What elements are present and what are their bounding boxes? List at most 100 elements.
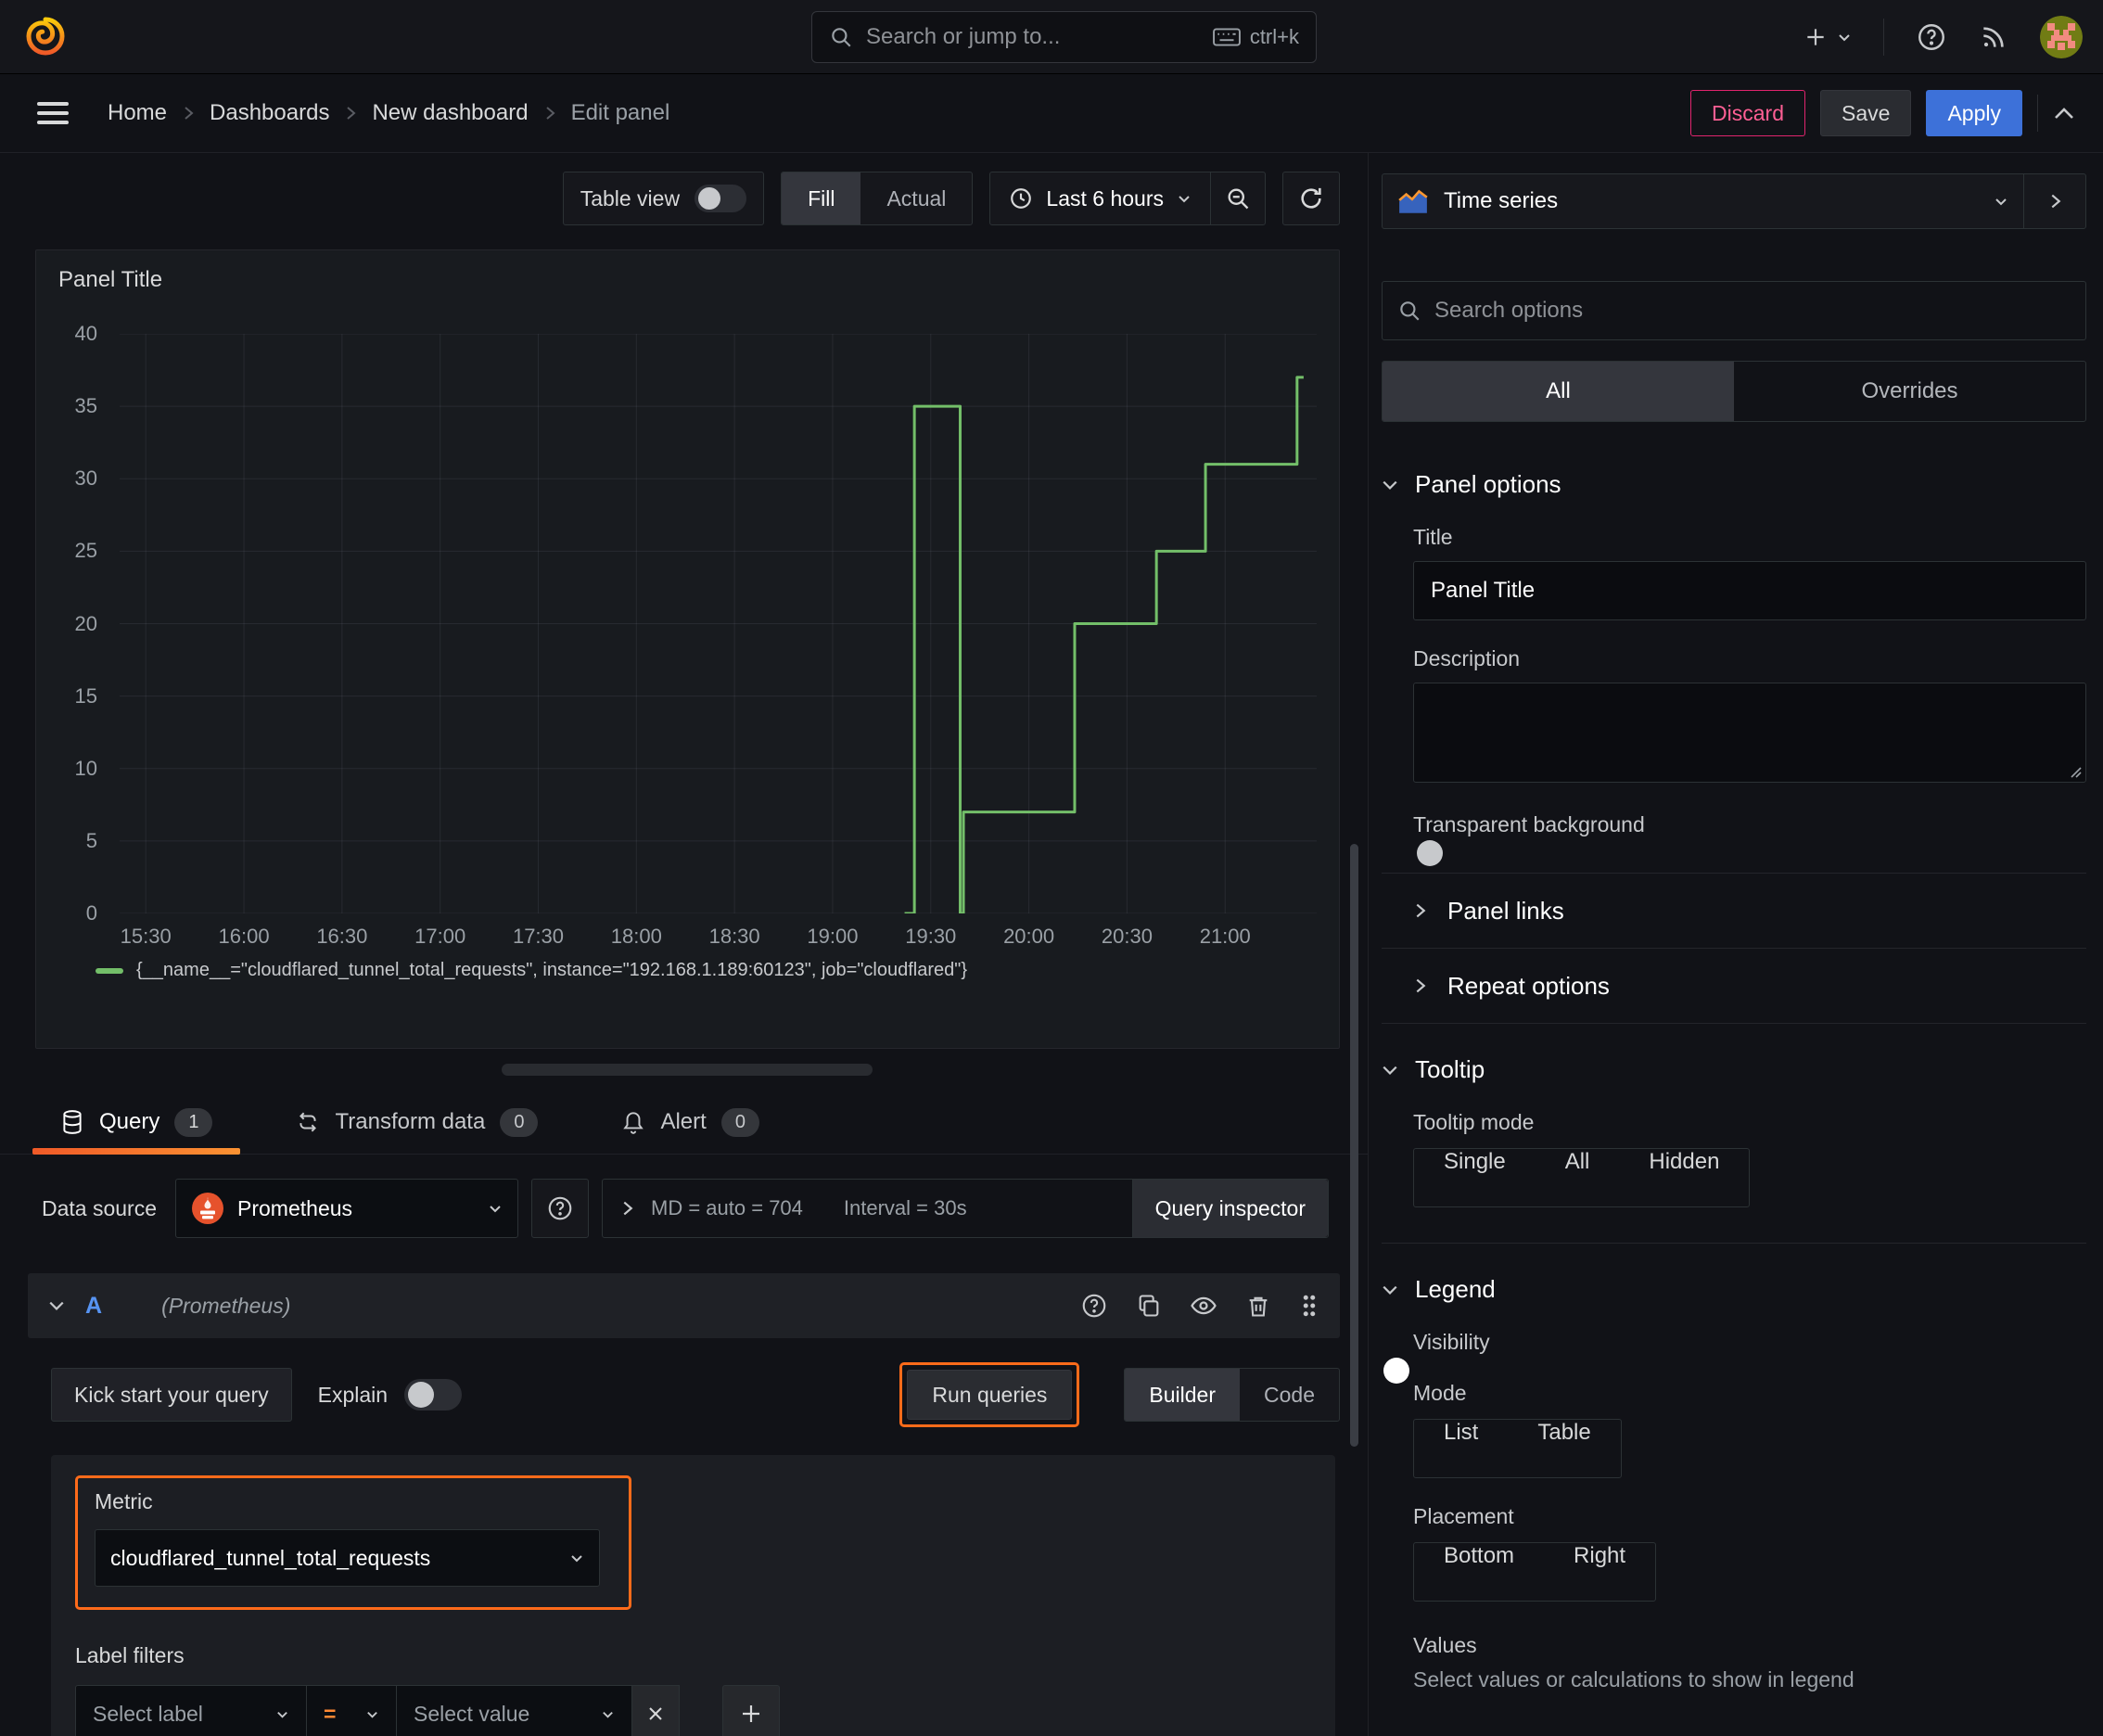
menu-icon[interactable]: [37, 101, 69, 125]
query-inspector-button[interactable]: Query inspector: [1131, 1180, 1328, 1237]
editor-tabs: Query 1 Transform data 0 Alert 0: [0, 1091, 1368, 1155]
zoom-out-button[interactable]: [1211, 172, 1265, 224]
placement-bottom-option[interactable]: Bottom: [1414, 1543, 1544, 1601]
panel-title: Panel Title: [58, 267, 163, 292]
query-row-header[interactable]: A (Prometheus): [28, 1273, 1340, 1338]
tab-query[interactable]: Query 1: [32, 1091, 241, 1155]
select-value-dropdown[interactable]: Select value: [396, 1685, 632, 1736]
tooltip-hidden-option[interactable]: Hidden: [1619, 1149, 1749, 1206]
query-options-group: MD = auto = 704 Interval = 30s Query ins…: [602, 1179, 1329, 1238]
fill-option[interactable]: Fill: [782, 172, 861, 224]
chevron-right-icon: [1416, 903, 1426, 918]
new-dropdown-button[interactable]: [1803, 25, 1852, 49]
query-ref-id: A: [85, 1292, 103, 1319]
options-search[interactable]: [1382, 281, 2086, 340]
tab-all-options[interactable]: All: [1383, 362, 1734, 421]
resize-grip-icon[interactable]: [2068, 764, 2083, 779]
panel-options-title: Panel options: [1415, 470, 1561, 498]
max-data-points-stat: MD = auto = 704: [651, 1196, 803, 1219]
panel-title-input[interactable]: [1413, 561, 2086, 620]
discard-button[interactable]: Discard: [1690, 90, 1806, 136]
tooltip-header[interactable]: Tooltip: [1382, 1055, 2086, 1084]
y-tick-label: 30: [74, 466, 97, 491]
x-tick-label: 15:30: [120, 925, 172, 948]
operator-value: =: [324, 1701, 337, 1726]
query-help-icon[interactable]: [1080, 1292, 1108, 1320]
remove-filter-button[interactable]: [631, 1685, 680, 1736]
query-builder-body: Metric cloudflared_tunnel_total_requests…: [51, 1455, 1335, 1736]
user-avatar[interactable]: [2040, 16, 2083, 58]
select-label-dropdown[interactable]: Select label: [75, 1685, 307, 1736]
table-view-toggle[interactable]: [695, 185, 747, 212]
keyboard-icon: [1212, 27, 1241, 47]
news-icon[interactable]: [1979, 22, 2008, 52]
legend-item[interactable]: {__name__="cloudflared_tunnel_total_requ…: [96, 960, 1317, 981]
panel-options-header[interactable]: Panel options: [1382, 470, 2086, 499]
toggle-viz-picker-button[interactable]: [2024, 174, 2085, 228]
collapse-header-icon[interactable]: [2053, 106, 2075, 121]
transform-count-badge: 0: [500, 1107, 539, 1137]
options-search-input[interactable]: [1434, 298, 2071, 324]
tooltip-single-option[interactable]: Single: [1414, 1149, 1536, 1206]
tooltip-all-option[interactable]: All: [1536, 1149, 1620, 1206]
tab-query-label: Query: [99, 1109, 160, 1134]
metric-label: Metric: [95, 1489, 153, 1513]
x-tick-label: 18:30: [708, 925, 760, 948]
time-range-button[interactable]: Last 6 hours: [990, 172, 1210, 224]
breadcrumb-dashboards[interactable]: Dashboards: [210, 100, 329, 126]
chart-plot-area[interactable]: 0 5 10 15 20 25 30 35 40: [75, 322, 1317, 925]
apply-button[interactable]: Apply: [1926, 90, 2022, 136]
tab-overrides[interactable]: Overrides: [1734, 362, 2085, 421]
datasource-help-button[interactable]: [531, 1179, 590, 1238]
placement-right-option[interactable]: Right: [1544, 1543, 1655, 1601]
repeat-options-section[interactable]: Repeat options: [1382, 949, 2086, 1023]
panel-links-section[interactable]: Panel links: [1382, 874, 2086, 948]
search-icon: [1397, 299, 1421, 323]
legend-header[interactable]: Legend: [1382, 1275, 2086, 1304]
tab-alert[interactable]: Alert 0: [593, 1091, 786, 1154]
actual-option[interactable]: Actual: [860, 172, 972, 224]
operator-dropdown[interactable]: =: [306, 1685, 397, 1736]
legend-list-option[interactable]: List: [1414, 1420, 1508, 1477]
search-icon: [829, 25, 853, 49]
main-scrollbar[interactable]: [1350, 844, 1358, 1447]
grafana-logo-icon[interactable]: [24, 15, 67, 57]
add-filter-button[interactable]: [722, 1685, 780, 1736]
legend-table-option[interactable]: Table: [1508, 1420, 1620, 1477]
code-option[interactable]: Code: [1240, 1369, 1339, 1421]
hide-query-icon[interactable]: [1190, 1292, 1217, 1320]
run-queries-button[interactable]: Run queries: [907, 1370, 1073, 1420]
chevron-down-icon: [1995, 198, 2007, 206]
breadcrumb-bar: Home Dashboards New dashboard Edit panel…: [0, 74, 2103, 153]
metric-value: cloudflared_tunnel_total_requests: [110, 1545, 431, 1570]
pane-resize-handle[interactable]: [502, 1064, 873, 1076]
global-search[interactable]: ctrl+k: [811, 11, 1317, 63]
expand-options-icon[interactable]: [603, 1199, 651, 1218]
kick-start-button[interactable]: Kick start your query: [51, 1368, 292, 1422]
explain-toggle[interactable]: [404, 1379, 463, 1410]
visualization-picker[interactable]: Time series: [1383, 174, 2024, 228]
delete-query-icon[interactable]: [1245, 1293, 1271, 1319]
duplicate-query-icon[interactable]: [1136, 1293, 1162, 1319]
y-tick-label: 20: [74, 611, 97, 635]
breadcrumb-home[interactable]: Home: [108, 100, 167, 126]
builder-option[interactable]: Builder: [1125, 1369, 1241, 1421]
visualization-value: Time series: [1444, 188, 1559, 213]
help-icon[interactable]: [1916, 21, 1947, 53]
interval-stat: Interval = 30s: [843, 1196, 967, 1219]
refresh-button[interactable]: [1282, 172, 1340, 225]
drag-handle-icon[interactable]: [1299, 1292, 1319, 1320]
legend-mode-switch: List Table: [1413, 1419, 1622, 1478]
metric-select[interactable]: cloudflared_tunnel_total_requests: [95, 1529, 600, 1587]
options-sidebar: Time series All Overrides Panel options …: [1368, 153, 2103, 1736]
visibility-label: Visibility: [1413, 1330, 1490, 1354]
chevron-down-icon: [1383, 1066, 1397, 1075]
tab-transform-data[interactable]: Transform data 0: [268, 1091, 566, 1154]
breadcrumb-new-dashboard[interactable]: New dashboard: [372, 100, 528, 126]
datasource-picker[interactable]: Prometheus: [175, 1179, 519, 1238]
top-nav: ctrl+k: [0, 0, 2103, 74]
save-button[interactable]: Save: [1820, 90, 1912, 136]
collapse-query-icon[interactable]: [48, 1299, 65, 1312]
search-input[interactable]: [866, 24, 1200, 50]
description-textarea[interactable]: [1413, 683, 2086, 783]
